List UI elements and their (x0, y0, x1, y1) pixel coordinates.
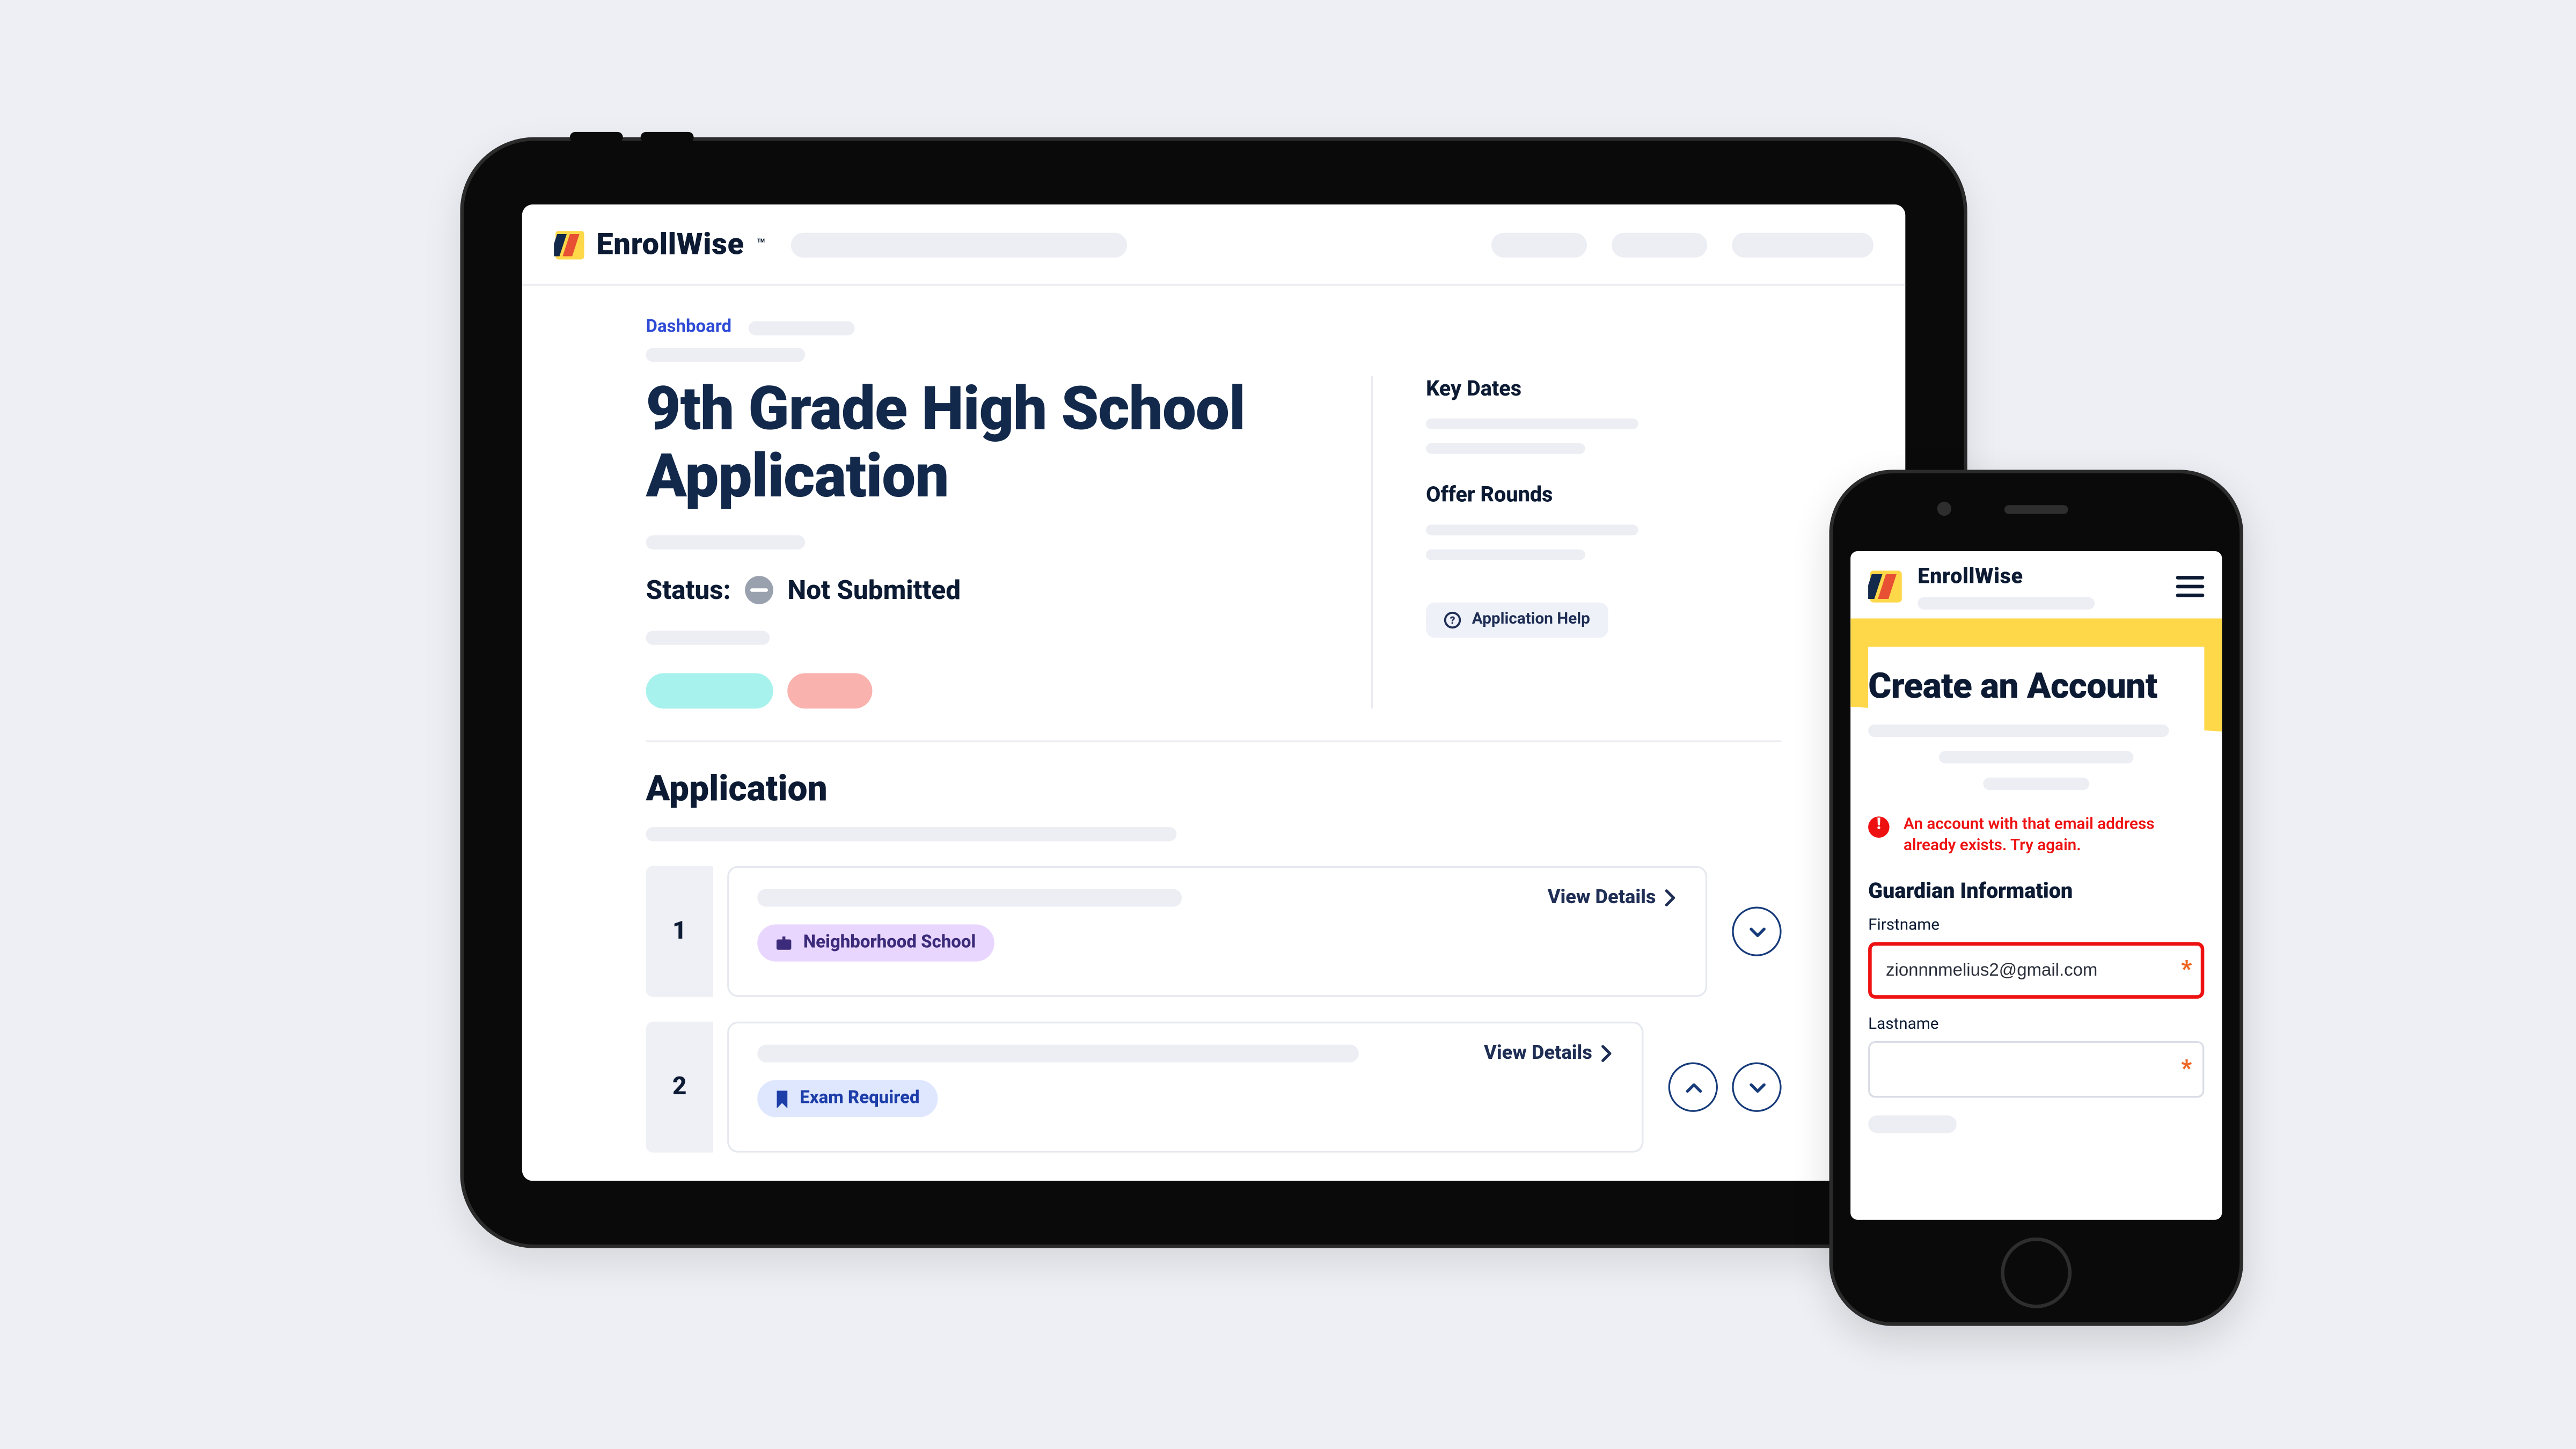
chevron-right-icon (1599, 1044, 1613, 1062)
breadcrumb-placeholder (749, 320, 855, 334)
required-asterisk-icon: * (2181, 957, 2192, 984)
bookmark-icon (775, 1090, 789, 1108)
brand-tm: ™ (757, 236, 766, 252)
phone-hero: Create an Account (1850, 622, 2222, 804)
chevron-up-icon (1684, 1078, 1703, 1097)
key-dates-placeholder (1426, 419, 1638, 429)
action-pill-secondary[interactable] (787, 674, 872, 709)
tablet-top-nav: EnrollWise ™ (522, 204, 1905, 286)
error-icon (1868, 816, 1890, 838)
school-name-placeholder (757, 1045, 1359, 1063)
brand-logo[interactable]: EnrollWise ™ (554, 226, 766, 262)
status-not-submitted-icon (745, 576, 773, 605)
phone-screen: EnrollWise Create an Account (1850, 551, 2222, 1220)
view-details-link[interactable]: View Details (1484, 1041, 1613, 1064)
hero-sub-placeholder (1939, 751, 2134, 763)
guardian-info-heading: Guardian Information (1868, 879, 2204, 904)
badge-label: Neighborhood School (803, 933, 976, 953)
svg-text:?: ? (1450, 614, 1455, 626)
lastname-label: Lastname (1868, 1017, 2204, 1035)
action-pill-primary[interactable] (646, 674, 773, 709)
tablet-screen: EnrollWise™ Dashboard 9th Grade Hig (522, 204, 1905, 1181)
application-rank-number: 1 (646, 866, 713, 997)
school-name-placeholder (757, 889, 1182, 907)
view-details-link[interactable]: View Details (1548, 885, 1677, 909)
key-dates-placeholder (1426, 443, 1585, 454)
page-title: 9th Grade High School Application (646, 376, 1318, 511)
chevron-right-icon (1663, 888, 1677, 906)
phone-speaker (2004, 505, 2068, 514)
create-account-title: Create an Account (1868, 664, 2204, 707)
chevron-down-icon (1747, 1078, 1766, 1097)
firstname-label: Firstname (1868, 918, 2204, 935)
badge-label: Exam Required (800, 1089, 919, 1108)
error-message: An account with that email address alrea… (1904, 815, 2204, 858)
lastname-field: Lastname * (1868, 1017, 2204, 1099)
move-down-button[interactable] (1732, 907, 1781, 956)
application-help-button[interactable]: ? Application Help (1426, 603, 1608, 638)
hero-sub-placeholder (1868, 724, 2169, 737)
phone-top-nav: EnrollWise (1850, 551, 2222, 622)
application-list-item: 2 View Details Exam Required (646, 1022, 1782, 1153)
form-footer-placeholder (1868, 1116, 1957, 1133)
application-section-sub-placeholder (646, 828, 1177, 841)
firstname-input[interactable] (1868, 942, 2204, 999)
exam-required-badge: Exam Required (757, 1080, 937, 1117)
meta-placeholder (646, 631, 770, 645)
nav-link-placeholder[interactable] (1732, 232, 1874, 257)
firstname-field: Firstname * (1868, 918, 2204, 999)
offer-rounds-placeholder (1426, 550, 1585, 560)
school-icon (775, 934, 793, 952)
neighborhood-school-badge: Neighborhood School (757, 925, 993, 962)
phone-camera (1937, 502, 1951, 516)
hero-sub-placeholder (1983, 778, 2089, 790)
breadcrumb-dashboard[interactable]: Dashboard (646, 318, 732, 337)
phone-home-button[interactable] (2001, 1238, 2072, 1308)
key-dates-heading: Key Dates (1426, 376, 1760, 401)
status-value: Not Submitted (787, 574, 961, 606)
application-help-label: Application Help (1472, 611, 1590, 629)
status-label: Status: (646, 574, 731, 606)
offer-rounds-heading: Offer Rounds (1426, 482, 1760, 507)
phone-device-frame: EnrollWise Create an Account (1829, 470, 2243, 1326)
lastname-input[interactable] (1868, 1042, 2204, 1098)
nav-link-placeholder[interactable] (1491, 232, 1587, 257)
application-rank-number: 2 (646, 1022, 713, 1153)
brand-mark-icon (1868, 568, 1904, 603)
subtitle-placeholder (646, 536, 806, 550)
view-details-label: View Details (1484, 1041, 1592, 1064)
tablet-device-frame: EnrollWise™ Dashboard 9th Grade Hig (460, 137, 1967, 1248)
required-asterisk-icon: * (2181, 1057, 2192, 1083)
application-card[interactable]: View Details Neighborhood School (727, 866, 1707, 997)
nav-placeholder (791, 232, 1126, 257)
application-list-item: 1 View Details Neighborhood School (646, 866, 1782, 997)
brand-mark-icon (554, 228, 586, 260)
brand-name: EnrollWise (596, 226, 744, 262)
breadcrumb-placeholder-2 (646, 348, 806, 362)
move-down-button[interactable] (1732, 1063, 1781, 1112)
brand-subtitle-placeholder (1918, 596, 2095, 609)
hamburger-icon (2176, 575, 2205, 579)
application-section-title: Application (646, 767, 1782, 810)
hamburger-menu-button[interactable] (2176, 575, 2205, 596)
move-up-button[interactable] (1668, 1063, 1718, 1112)
application-card[interactable]: View Details Exam Required (727, 1022, 1643, 1153)
brand-name[interactable]: EnrollWise (1918, 562, 2095, 587)
view-details-label: View Details (1548, 885, 1656, 909)
error-alert: An account with that email address alrea… (1868, 815, 2204, 858)
help-circle-icon: ? (1444, 611, 1461, 629)
nav-link-placeholder[interactable] (1612, 232, 1707, 257)
divider (646, 741, 1782, 742)
offer-rounds-placeholder (1426, 525, 1638, 536)
chevron-down-icon (1747, 922, 1766, 941)
